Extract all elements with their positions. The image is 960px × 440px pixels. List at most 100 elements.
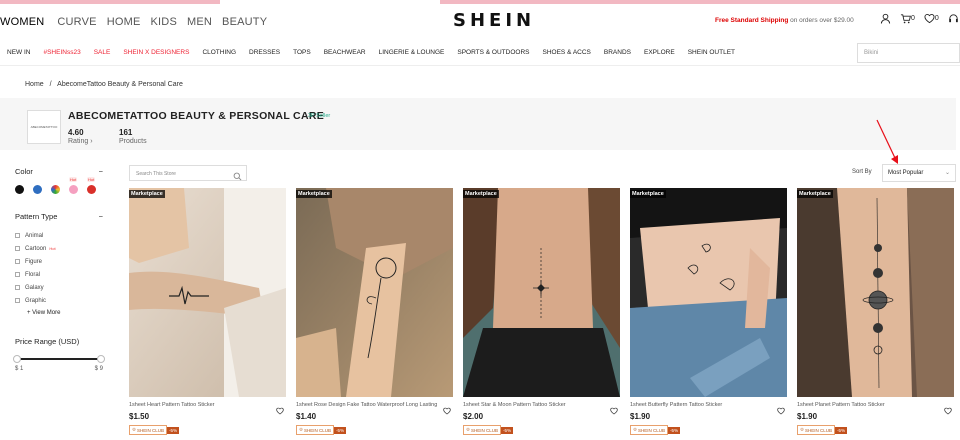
pattern-option-graphic[interactable]: Graphic (15, 294, 103, 307)
nav-sale[interactable]: SALE (87, 49, 117, 56)
nav-search-input[interactable]: Bikini (857, 43, 960, 63)
product-name[interactable]: 1sheet Planet Pattern Tattoo Sticker (797, 402, 954, 408)
product-image[interactable]: Marketplace (129, 188, 286, 397)
pattern-option-figure[interactable]: Figure (15, 255, 103, 268)
store-rating[interactable]: 4.60 Rating › (68, 128, 93, 145)
store-products: 161 Products (119, 128, 147, 145)
product-card[interactable]: Marketplace 1sheet Butterfly Pattern Tat… (630, 188, 787, 435)
nav-tops[interactable]: TOPS (286, 49, 317, 56)
crown-icon: ♔ (299, 427, 304, 432)
swatch-blue[interactable] (33, 185, 42, 194)
nav-new-in[interactable]: NEW IN (0, 49, 36, 56)
checkbox[interactable] (15, 259, 20, 264)
pattern-option-floral[interactable]: Floral (15, 268, 103, 281)
support-headset-icon[interactable] (948, 13, 959, 24)
account-icon[interactable] (880, 13, 891, 24)
product-name[interactable]: 1sheet Star & Moon Pattern Tattoo Sticke… (463, 402, 620, 408)
product-name[interactable]: 1sheet Butterfly Pattern Tattoo Sticker (630, 402, 787, 408)
color-swatches: Hot Hot (15, 177, 103, 194)
nav-lingerie[interactable]: LINGERIE & LOUNGE (372, 49, 451, 56)
product-name[interactable]: 1sheet Heart Pattern Tattoo Sticker (129, 402, 286, 408)
nav-beachwear[interactable]: BEACHWEAR (317, 49, 372, 56)
shein-club-tag: ♔ SHEIN CLUB -5% (630, 425, 787, 435)
nav-sheinss23[interactable]: #SHEINss23 (36, 49, 86, 56)
product-card[interactable]: Marketplace 1sheet Heart Pattern Tattoo … (129, 188, 286, 435)
nav-shein-x-designers[interactable]: SHEIN X DESIGNERS (116, 49, 195, 56)
store-logo: ABECOMETATTOO (27, 110, 61, 144)
tab-curve[interactable]: CURVE (52, 4, 101, 40)
pattern-option-cartoon[interactable]: Cartoon Hot (15, 242, 103, 255)
wishlist-heart-icon[interactable] (276, 402, 284, 420)
product-card[interactable]: Marketplace 1sheet Rose Design Fake Tatt… (296, 188, 453, 435)
slider-min-handle[interactable] (13, 355, 21, 363)
club-label: ♔ SHEIN CLUB (797, 425, 836, 435)
tab-home[interactable]: HOME (102, 4, 146, 40)
tab-kids[interactable]: KIDS (146, 4, 182, 40)
nav-shein-outlet[interactable]: SHEIN OUTLET (681, 49, 741, 56)
price-min: $ 1 (15, 366, 24, 372)
product-image[interactable]: Marketplace (797, 188, 954, 397)
pattern-option-galaxy[interactable]: Galaxy (15, 281, 103, 294)
nav-dresses[interactable]: DRESSES (242, 49, 286, 56)
checkbox[interactable] (15, 246, 20, 251)
wishlist-heart-icon[interactable] (610, 402, 618, 420)
nav-shoes-accs[interactable]: SHOES & ACCS (535, 49, 596, 56)
marketplace-badge: Marketplace (797, 190, 833, 198)
club-label: ♔ SHEIN CLUB (630, 425, 669, 435)
shein-logo[interactable]: SHEIN (453, 10, 535, 31)
products-value: 161 (119, 128, 133, 137)
tab-beauty[interactable]: BEAUTY (217, 4, 272, 40)
marketplace-badge: Marketplace (463, 190, 499, 198)
wishlist-heart-icon[interactable] (443, 402, 451, 420)
view-more-button[interactable]: + View More (15, 310, 103, 316)
tab-men[interactable]: MEN (182, 4, 217, 40)
checkbox[interactable] (15, 298, 20, 303)
slider-max-handle[interactable] (97, 355, 105, 363)
search-icon[interactable] (233, 168, 242, 186)
product-name[interactable]: 1sheet Rose Design Fake Tattoo Waterproo… (296, 402, 453, 408)
cart-icon[interactable]: 0 (900, 13, 915, 24)
product-image[interactable]: Marketplace (463, 188, 620, 397)
swatch-pink[interactable]: Hot (69, 177, 78, 194)
hot-badge: Hot (69, 177, 78, 182)
sort-dropdown[interactable]: Most Popular ⌄ (882, 164, 956, 182)
club-name: SHEIN CLUB (304, 427, 332, 433)
nav-brands[interactable]: BRANDS (597, 49, 637, 56)
nav-clothing[interactable]: CLOTHING (195, 49, 242, 56)
price-max: $ 9 (94, 366, 103, 372)
product-card[interactable]: Marketplace 1sheet Planet Pattern Tattoo… (797, 188, 954, 435)
color-filter-title[interactable]: Color − (15, 167, 103, 176)
swatch-multicolor[interactable] (51, 185, 60, 194)
color-title: Color (15, 167, 33, 176)
checkbox[interactable] (15, 233, 20, 238)
pattern-option-animal[interactable]: Animal (15, 229, 103, 242)
club-name: SHEIN CLUB (137, 427, 165, 433)
wishlist-heart-icon[interactable] (944, 402, 952, 420)
rating-label-text: Rating (68, 138, 89, 145)
nav-explore[interactable]: EXPLORE (637, 49, 681, 56)
checkbox[interactable] (15, 272, 20, 277)
product-image[interactable]: Marketplace (630, 188, 787, 397)
pattern-filter-title[interactable]: Pattern Type − (15, 212, 103, 221)
breadcrumb-home[interactable]: Home (25, 81, 44, 88)
product-card[interactable]: Marketplace 1sheet Star & Moon Pattern T… (463, 188, 620, 435)
wishlist-icon[interactable]: 0 (924, 13, 939, 24)
tab-women[interactable]: WOMEN (0, 4, 53, 40)
sort-value: Most Popular (888, 170, 924, 176)
wishlist-heart-icon[interactable] (777, 402, 785, 420)
shein-club-tag: ♔ SHEIN CLUB -5% (129, 425, 286, 435)
store-header: ABECOMETATTOO ABECOMETATTOO BEAUTY & PER… (0, 98, 956, 150)
checkbox[interactable] (15, 285, 20, 290)
main-nav: NEW IN #SHEINss23 SALE SHEIN X DESIGNERS… (0, 40, 960, 66)
nav-sports[interactable]: SPORTS & OUTDOORS (450, 49, 535, 56)
rating-label: Rating › (68, 138, 93, 145)
product-image[interactable]: Marketplace (296, 188, 453, 397)
product-price: $2.00 (463, 412, 484, 421)
pattern-filter: Pattern Type − Animal Cartoon Hot Figure F… (15, 212, 103, 316)
swatch-red[interactable]: Hot (87, 177, 96, 194)
swatch-black[interactable] (15, 185, 24, 194)
store-search-input[interactable]: Search This Store (129, 165, 247, 181)
price-slider[interactable] (13, 354, 105, 364)
hot-badge: Hot (87, 177, 96, 182)
crown-icon: ♔ (633, 427, 638, 432)
